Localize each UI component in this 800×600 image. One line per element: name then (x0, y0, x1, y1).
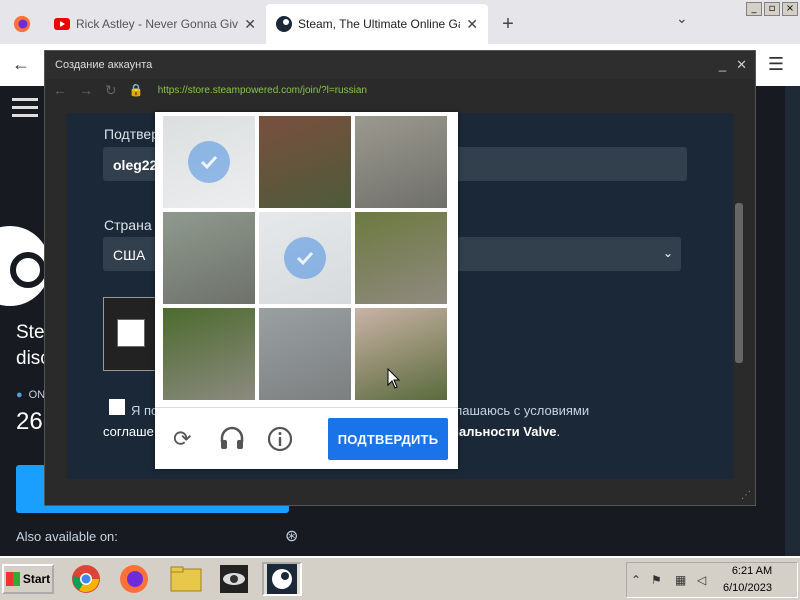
online-status: ON (16, 389, 46, 401)
chevron-down-icon: ⌄ (662, 246, 673, 260)
minimize-icon[interactable]: _ (719, 57, 726, 73)
checkmark-icon (188, 141, 230, 183)
menu-icon[interactable]: ☰ (768, 54, 784, 75)
captcha-tile[interactable] (355, 308, 447, 400)
tab-list-icon[interactable]: ⌄ (676, 10, 688, 27)
clock-time: 6:21 AM (731, 565, 773, 577)
firefox-tab-menu[interactable] (0, 4, 44, 44)
network-icon[interactable]: ▦ (675, 573, 686, 587)
tab-youtube[interactable]: Rick Astley - Never Gonna Give You ✕ (44, 4, 266, 44)
captcha-tile[interactable] (163, 212, 255, 304)
folder-icon[interactable] (166, 562, 206, 596)
reload-icon[interactable]: ↻ (105, 82, 117, 99)
new-tab-button[interactable]: + (488, 4, 528, 44)
steam-icon[interactable]: ⊛ (285, 526, 298, 546)
firefox-icon (13, 15, 31, 33)
page-scrollbar[interactable] (785, 86, 800, 556)
terms-checkbox[interactable] (109, 399, 125, 415)
start-button[interactable]: Start (2, 564, 54, 594)
platform-icons: ⊛ (275, 526, 298, 546)
popup-controls: _ ✕ (719, 57, 747, 73)
youtube-icon (54, 18, 70, 30)
terms-period: . (556, 424, 561, 439)
verify-button[interactable]: ПОДТВЕРДИТЬ (328, 418, 448, 460)
firefox-icon[interactable] (114, 562, 154, 596)
info-icon[interactable] (267, 426, 293, 458)
country-label: Страна (104, 217, 152, 233)
hamburger-icon[interactable] (12, 98, 38, 118)
lock-icon: 🔒 (128, 83, 144, 97)
start-label: Start (22, 572, 51, 586)
steam-logo-icon (0, 226, 50, 306)
resize-grip-icon[interactable]: ⋰ (741, 490, 751, 501)
online-count: 26 (16, 408, 43, 435)
close-tab-icon[interactable]: ✕ (466, 16, 478, 33)
security-alert-icon[interactable]: ⚑ (651, 573, 662, 587)
privacy-link[interactable]: циальности Valve. (443, 424, 560, 439)
country-value: США (113, 247, 146, 263)
eye-icon[interactable] (214, 562, 254, 596)
close-tab-icon[interactable]: ✕ (244, 16, 256, 33)
volume-muted-icon[interactable]: ◁ (697, 573, 706, 587)
clock-date: 6/10/2023 (723, 582, 772, 594)
forward-icon[interactable]: → (79, 82, 93, 98)
terms-link[interactable]: соглаше (103, 424, 154, 439)
tab-steam[interactable]: Steam, The Ultimate Online Game Pla ✕ (266, 4, 488, 44)
mouse-cursor-icon (387, 368, 401, 389)
restore-button[interactable]: ▫ (764, 2, 780, 16)
confirm-email-label: Подтвер (104, 126, 159, 142)
close-window-button[interactable]: × (782, 2, 798, 16)
steam-icon[interactable] (262, 562, 302, 596)
back-arrow-icon[interactable]: ← (12, 54, 30, 75)
tab-title: Rick Astley - Never Gonna Give You (76, 17, 239, 31)
checkmark-icon (284, 237, 326, 279)
chrome-icon[interactable] (66, 562, 106, 596)
window-title: Создание аккаунта (45, 51, 755, 79)
refresh-icon[interactable]: ⟳ (173, 426, 191, 452)
url-text[interactable]: https://store.steampowered.com/join/?l=r… (158, 85, 367, 96)
captcha-footer: ⟳ ПОДТВЕРДИТЬ (155, 407, 458, 469)
captcha-tile[interactable] (259, 308, 351, 400)
tab-strip: Rick Astley - Never Gonna Give You ✕ Ste… (0, 0, 800, 44)
back-icon[interactable]: ← (53, 82, 67, 98)
captcha-tile[interactable] (163, 308, 255, 400)
taskbar: Start ⌃ ⚑ ▦ ◁ 6:21 AM 6/10/2023 (0, 556, 800, 600)
captcha-tile[interactable] (355, 116, 447, 208)
image-captcha: ⟳ ПОДТВЕРДИТЬ (155, 112, 458, 469)
popup-scroll-thumb[interactable] (735, 203, 743, 363)
windows-logo-icon (5, 572, 20, 586)
system-tray: ⌃ ⚑ ▦ ◁ 6:21 AM 6/10/2023 (626, 562, 798, 598)
headphones-icon[interactable] (219, 426, 245, 456)
tab-title: Steam, The Ultimate Online Game Pla (298, 17, 460, 31)
recaptcha-checkbox[interactable] (117, 319, 145, 347)
chevron-up-icon[interactable]: ⌃ (631, 573, 641, 587)
privacy-link-text: циальности Valve (443, 424, 557, 439)
terms-text: оглашаюсь с условиями (443, 403, 590, 418)
also-available-label: Also available on: (16, 529, 118, 544)
steam-icon (276, 16, 292, 32)
address-bar: ← → ↻ 🔒 https://store.steampowered.com/j… (45, 79, 755, 101)
close-icon[interactable]: ✕ (736, 57, 747, 73)
captcha-tile[interactable] (355, 212, 447, 304)
minimize-button[interactable]: _ (746, 2, 762, 16)
captcha-tile[interactable] (259, 116, 351, 208)
window-controls: _ ▫ × (746, 2, 798, 16)
